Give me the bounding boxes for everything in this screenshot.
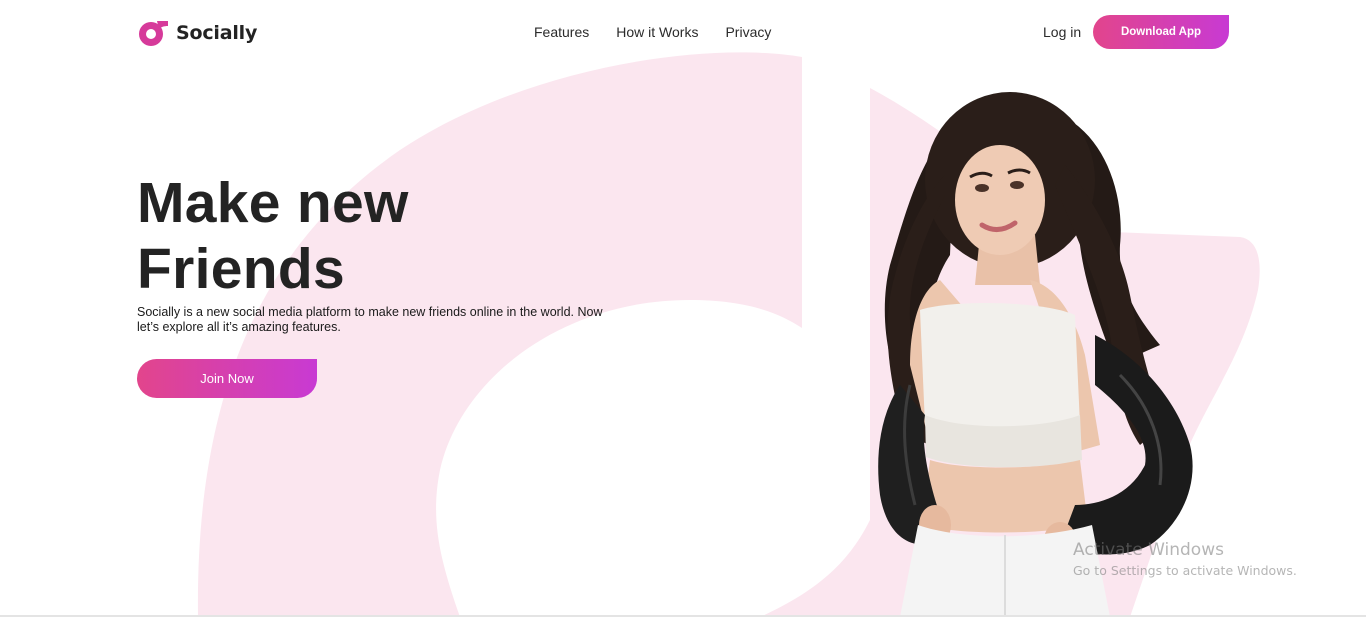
watermark-title: Activate Windows <box>1073 540 1224 560</box>
windows-activation-watermark: Activate Windows Go to Settings to activ… <box>1073 539 1297 581</box>
hero-title-line-1: Make new <box>137 171 409 235</box>
watermark-subtitle: Go to Settings to activate Windows. <box>1073 563 1297 578</box>
hero-title-line-2: Friends <box>137 237 345 301</box>
nav-item-features[interactable]: Features <box>534 24 589 40</box>
hero-person-image <box>878 92 1193 617</box>
download-app-button[interactable]: Download App <box>1093 15 1229 49</box>
join-now-button[interactable]: Join Now <box>137 359 317 398</box>
login-link[interactable]: Log in <box>1043 24 1081 40</box>
nav-item-privacy[interactable]: Privacy <box>725 24 771 40</box>
music-note-logo-icon <box>139 21 168 46</box>
nav-item-how-it-works[interactable]: How it Works <box>616 24 698 40</box>
hero-description: Socially is a new social media platform … <box>137 305 603 334</box>
main-nav: Features How it Works Privacy <box>534 24 771 40</box>
brand-logo[interactable]: Socially <box>137 18 257 48</box>
top-navigation-bar: Socially Features How it Works Privacy L… <box>0 0 1366 64</box>
hero-title: Make new Friends <box>137 170 409 302</box>
brand-name: Socially <box>176 22 258 44</box>
